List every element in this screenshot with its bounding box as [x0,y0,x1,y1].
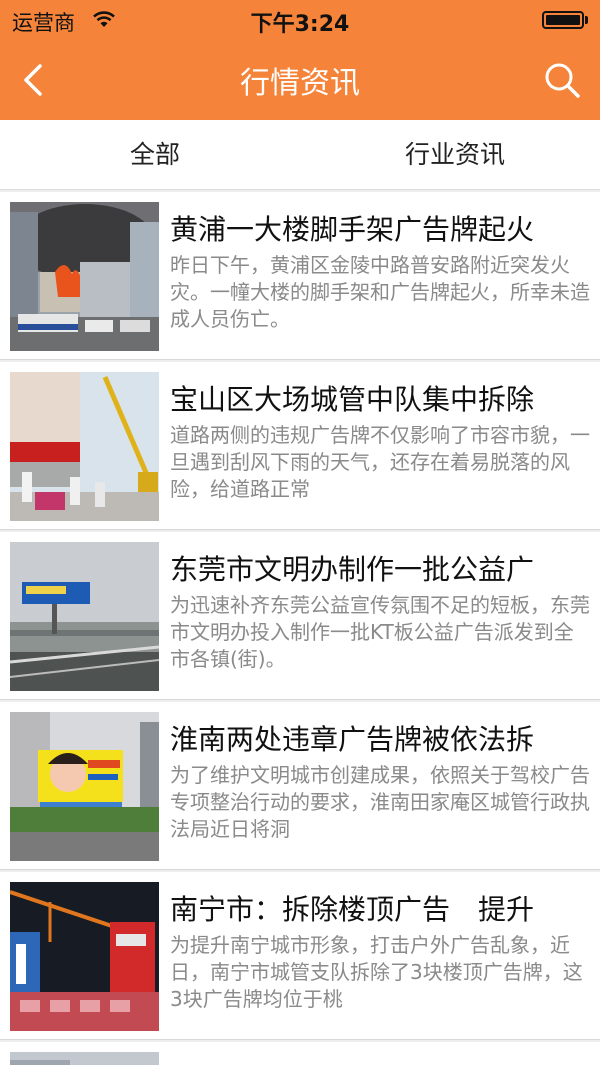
status-time: 下午3:24 [250,12,350,37]
news-thumbnail [10,882,159,1031]
news-summary: 为迅速补齐东莞公益宣传氛围不足的短板，东莞市文明办投入制作一批KT板公益广告派发… [170,593,590,671]
news-thumbnail [10,542,159,691]
category-tabs: 全部 行业资讯 [0,120,600,190]
news-item[interactable]: 宝山区大场城管中队集中拆除 道路两侧的违规广告牌不仅影响了市容市貌，一旦遇到刮风… [0,362,600,530]
search-icon[interactable] [542,60,582,100]
news-summary: 为提升南宁城市形象，打击户外广告乱象，近日，南宁市城管支队拆除了3块楼顶广告牌，… [170,933,583,1011]
page-title: 行情资讯 [240,66,360,101]
news-item[interactable]: 黄浦一大楼脚手架广告牌起火 昨日下午，黄浦区金陵中路普安路附近突发火灾。一幢大楼… [0,192,600,360]
news-thumbnail [10,202,159,351]
tab-all[interactable]: 全部 [5,120,305,190]
news-thumbnail [10,712,159,861]
status-bar: 运营商 下午3:24 [0,0,600,40]
news-title: 南宁市：拆除楼顶广告 提升 [170,893,535,926]
news-thumbnail [10,372,159,521]
news-item-partial[interactable] [0,1042,600,1065]
news-item[interactable]: 南宁市：拆除楼顶广告 提升 为提升南宁城市形象，打击户外广告乱象，近日，南宁市城… [0,872,600,1040]
news-title: 黄浦一大楼脚手架广告牌起火 [170,213,535,246]
tab-industry-news[interactable]: 行业资讯 [305,120,600,190]
battery-icon [542,11,588,29]
news-item[interactable]: 淮南两处违章广告牌被依法拆 为了维护文明城市创建成果，依照关于驾校广告专项整治行… [0,702,600,870]
news-summary: 为了维护文明城市创建成果，依照关于驾校广告专项整治行动的要求，淮南田家庵区城管行… [170,763,590,841]
news-title: 宝山区大场城管中队集中拆除 [170,383,535,416]
news-thumbnail [10,1052,159,1065]
news-title: 东莞市文明办制作一批公益广 [170,553,535,586]
news-summary: 昨日下午，黄浦区金陵中路普安路附近突发火灾。一幢大楼的脚手架和广告牌起火，所幸未… [170,253,590,331]
news-item[interactable]: 东莞市文明办制作一批公益广 为迅速补齐东莞公益宣传氛围不足的短板，东莞市文明办投… [0,532,600,700]
news-summary: 道路两侧的违规广告牌不仅影响了市容市貌，一旦遇到刮风下雨的天气，还存在着易脱落的… [170,423,590,501]
news-title: 淮南两处违章广告牌被依法拆 [170,723,535,756]
nav-bar: 行情资讯 [0,40,600,120]
